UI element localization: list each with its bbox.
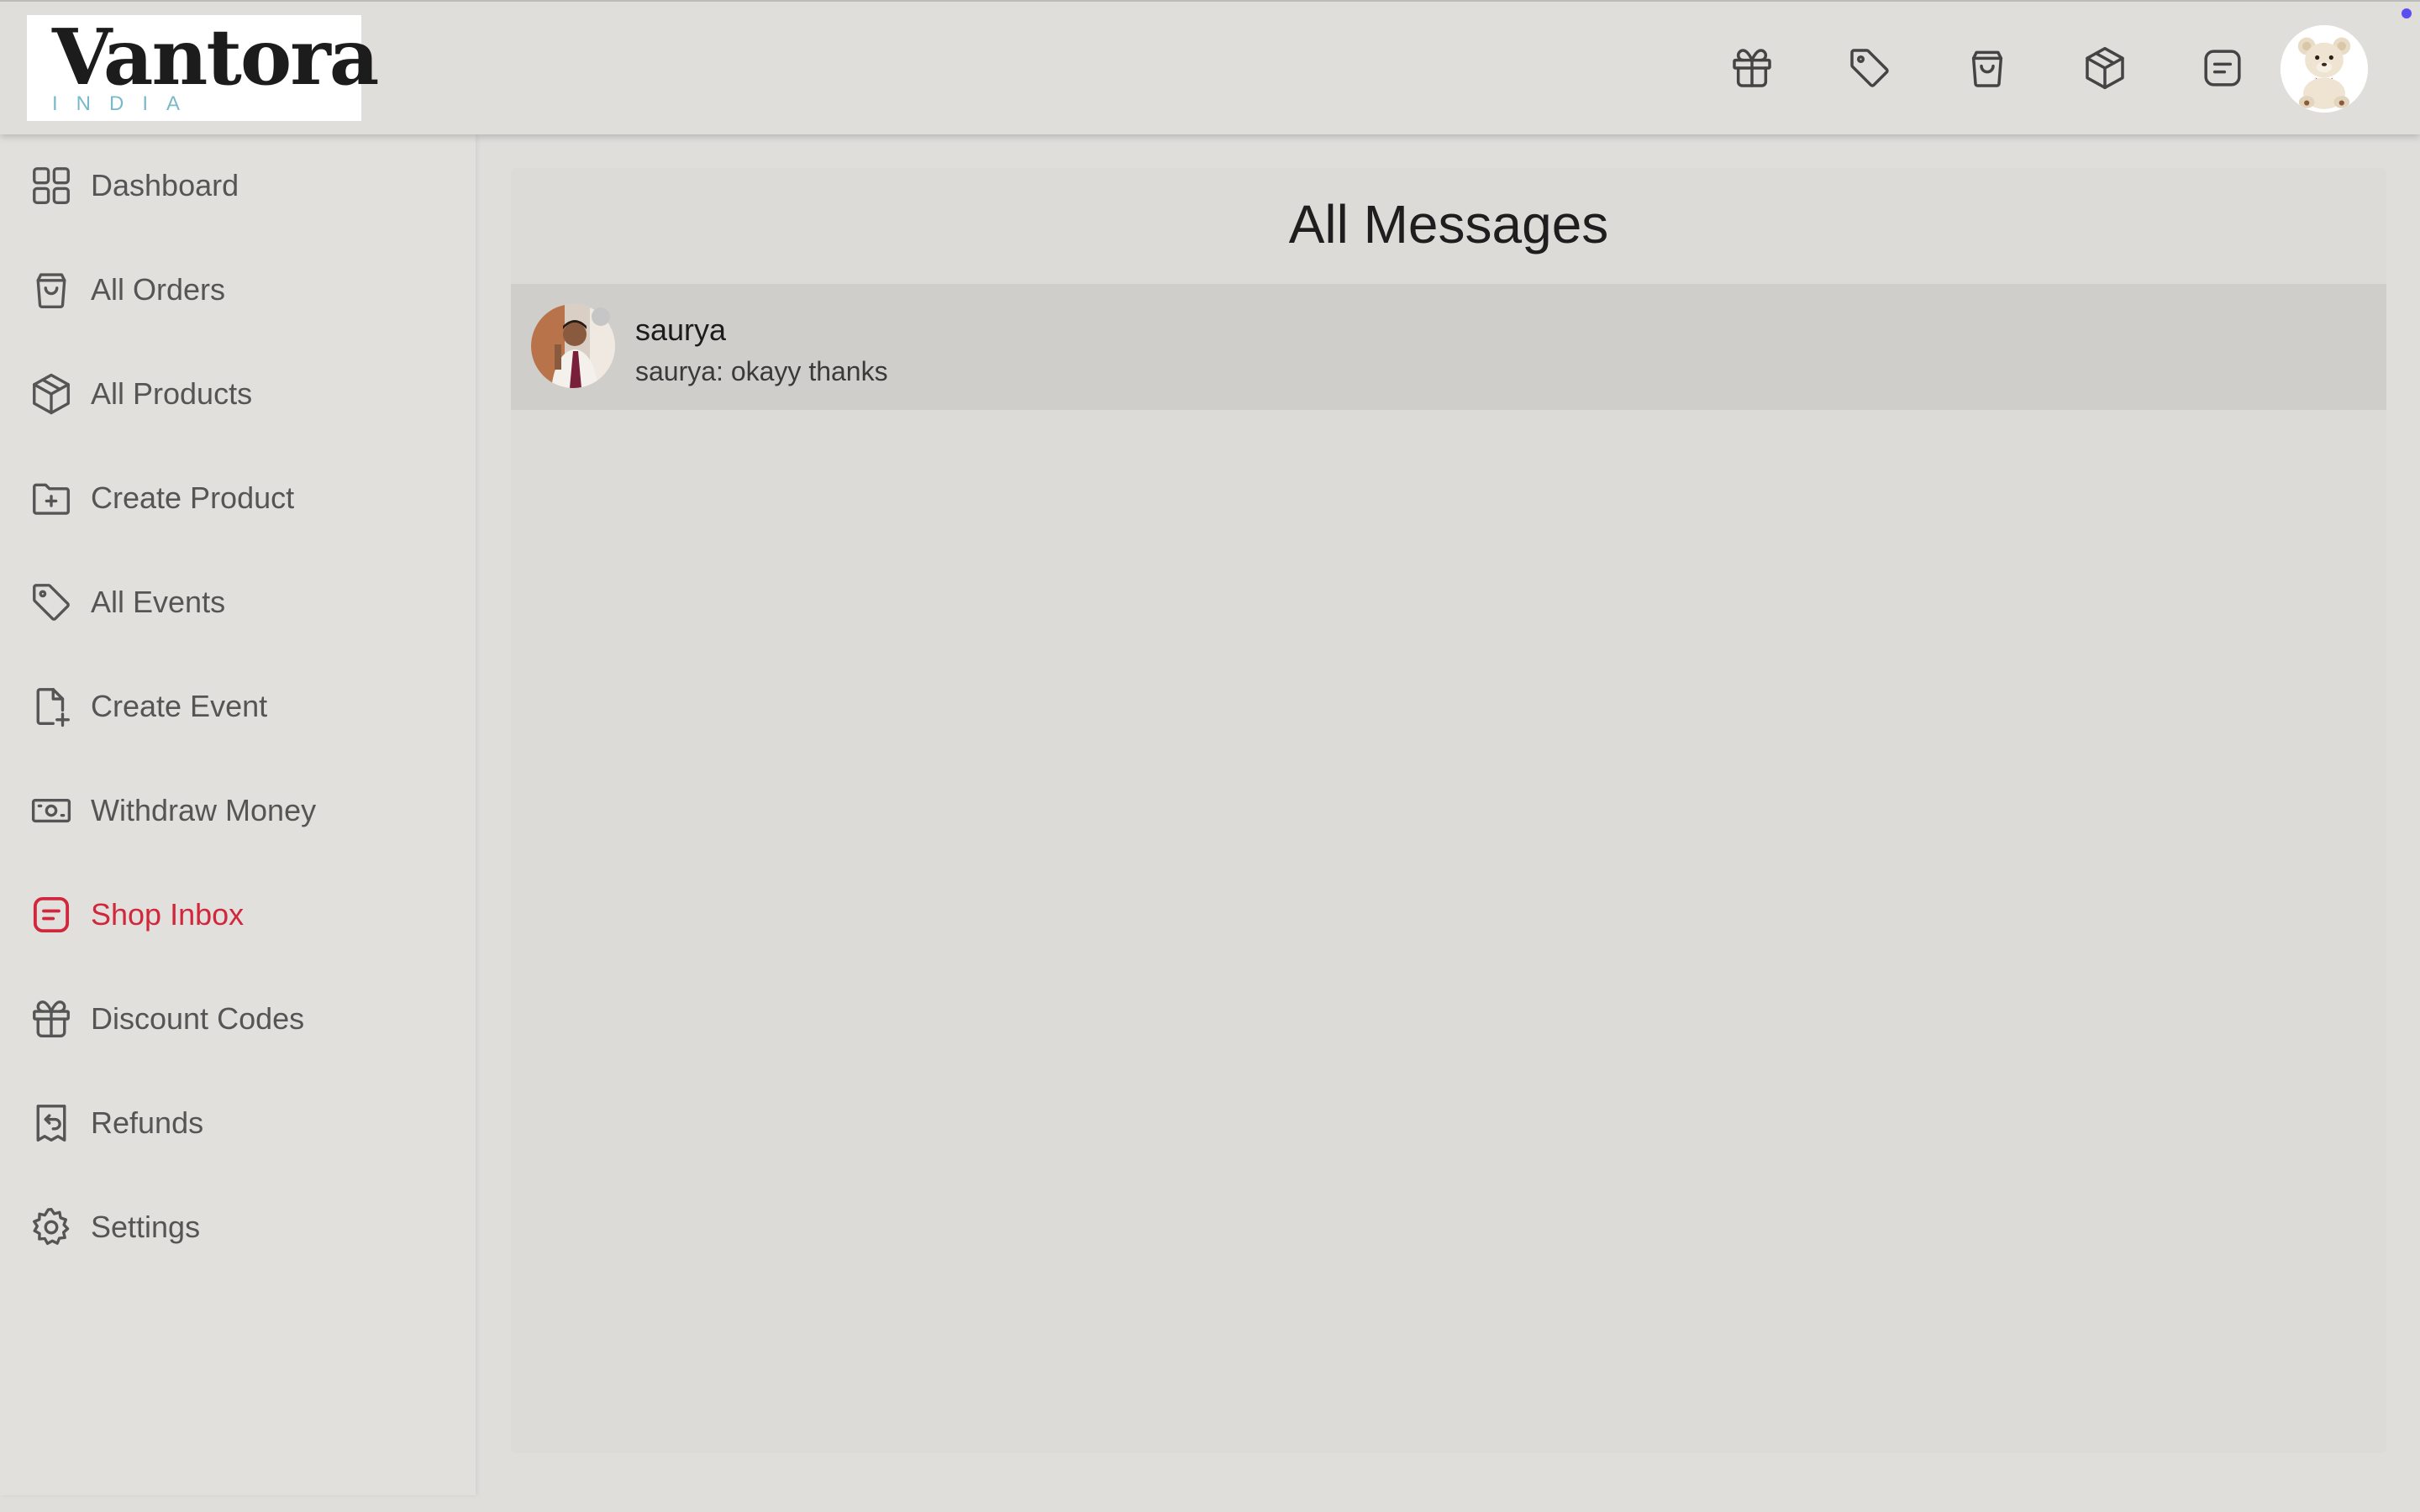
sidebar-item-discount-codes[interactable]: Discount Codes (29, 990, 449, 1048)
sidebar-item-label: Dashboard (91, 168, 239, 202)
sidebar-item-withdraw-money[interactable]: Withdraw Money (29, 781, 449, 840)
grid-icon (29, 163, 74, 208)
sidebar-item-label: All Events (91, 585, 226, 619)
sidebar-item-dashboard[interactable]: Dashboard (29, 156, 449, 215)
header-discount-button[interactable] (1723, 39, 1781, 97)
sidebar-item-all-events[interactable]: All Events (29, 573, 449, 632)
tag-icon (29, 580, 74, 625)
sidebar-item-label: All Products (91, 376, 253, 411)
sidebar-item-label: Settings (91, 1210, 201, 1244)
conversation-name: saurya (635, 312, 727, 347)
page-title: All Messages (1288, 194, 1609, 255)
tag-icon (1850, 49, 1889, 87)
conversation-last-message: saurya: okayy thanks (635, 356, 888, 386)
folder-plus-icon (29, 475, 74, 521)
sidebar-item-settings[interactable]: Settings (29, 1198, 449, 1257)
file-plus-icon (29, 684, 74, 729)
sidebar-item-label: Withdraw Money (91, 793, 317, 827)
message-icon (29, 892, 74, 937)
gift-icon (1733, 49, 1771, 87)
offline-status-dot (592, 307, 610, 326)
sidebar-item-label: Refunds (91, 1105, 204, 1140)
header-inbox-button[interactable] (2193, 39, 2252, 97)
brand-tagline: INDIA (52, 92, 199, 115)
header-events-button[interactable] (1840, 39, 1899, 97)
header-orders-button[interactable] (1958, 39, 2017, 97)
top-bar: Vantora INDIA (0, 0, 2420, 134)
teddy-bear-avatar-icon (2281, 25, 2368, 113)
sidebar-item-label: Shop Inbox (91, 897, 245, 932)
sidebar-item-refunds[interactable]: Refunds (29, 1094, 449, 1152)
gear-icon (29, 1205, 74, 1250)
receipt-refund-icon (29, 1100, 74, 1146)
sidebar-item-label: Discount Codes (91, 1001, 305, 1036)
shopping-bag-icon (1971, 50, 2003, 87)
box-icon (2086, 46, 2124, 90)
cash-icon (29, 788, 74, 833)
gift-icon (29, 996, 74, 1042)
sidebar-item-create-product[interactable]: Create Product (29, 469, 449, 528)
sidebar-item-label: All Orders (91, 272, 226, 307)
sidebar: Dashboard All Orders All Products Create… (0, 134, 476, 1495)
header-products-button[interactable] (2075, 39, 2134, 97)
brand-logo[interactable]: Vantora INDIA (27, 15, 379, 121)
sidebar-item-create-event[interactable]: Create Event (29, 677, 449, 736)
avatar[interactable] (2281, 25, 2368, 113)
conversation-item[interactable]: saurya saurya: okayy thanks (511, 284, 2386, 410)
box-icon (29, 371, 74, 417)
sidebar-item-all-orders[interactable]: All Orders (29, 260, 449, 319)
brand-name: Vantora (52, 12, 379, 102)
message-icon (2204, 50, 2241, 87)
sidebar-item-shop-inbox[interactable]: Shop Inbox (29, 885, 449, 944)
shopping-bag-icon (29, 267, 74, 312)
sidebar-item-all-products[interactable]: All Products (29, 365, 449, 423)
messages-panel: All Messages saurya saurya: okayy thanks (511, 168, 2386, 1453)
sidebar-item-label: Create Event (91, 689, 268, 723)
sidebar-item-label: Create Product (91, 480, 295, 515)
notification-dot (2402, 8, 2412, 18)
